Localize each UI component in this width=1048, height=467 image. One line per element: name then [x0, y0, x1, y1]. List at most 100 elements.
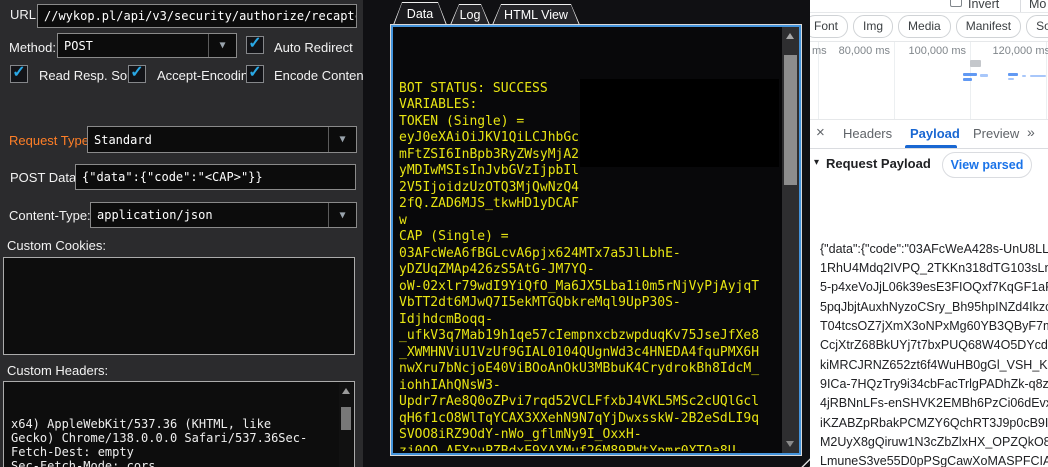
- method-label: Method:: [9, 40, 56, 55]
- custom-cookies-textarea[interactable]: [3, 257, 355, 355]
- payload-line: 4jRBNnLFs-enSHVK2EMBh6PzCi06dEvxTe: [820, 394, 1048, 413]
- filter-chip[interactable]: Font: [810, 15, 848, 38]
- encode-content-label: Encode Conten: [274, 68, 363, 83]
- url-input[interactable]: //wykop.pl/api/v3/security/authorize/rec…: [37, 4, 357, 28]
- request-type-label: Request Type:: [9, 133, 93, 148]
- scroll-down-icon[interactable]: [786, 441, 794, 447]
- invert-label: Invert: [968, 0, 999, 11]
- timeline-tick: 100,000 ms: [909, 45, 966, 57]
- close-icon[interactable]: ×: [816, 124, 825, 141]
- console-line: CAP (Single) =: [399, 229, 777, 246]
- view-parsed-button[interactable]: View parsed: [942, 152, 1032, 178]
- console-line: qH6f1cO8WlTqYCAX3XXehN9N7qYjDwxsskW-2B2e…: [399, 411, 777, 428]
- request-type-dropdown[interactable]: Standard ▼: [87, 126, 357, 153]
- accept-encoding-checkbox[interactable]: ✓: [128, 65, 146, 83]
- console-line: nwXru7bNcjoE40ViBOoAnOkU3MBbuK4CrydrokBh…: [399, 361, 777, 378]
- waterfall-bar: [1030, 75, 1046, 77]
- scroll-up-icon[interactable]: [342, 388, 350, 394]
- tab-preview[interactable]: Preview: [973, 126, 1019, 141]
- encode-content-checkbox[interactable]: ✓: [246, 65, 264, 83]
- header-line: Sec-Fetch-Mode: cors: [11, 459, 336, 467]
- checkmark-icon: ✓: [248, 65, 261, 81]
- more-filters-label[interactable]: Mo: [1029, 0, 1046, 11]
- payload-line: kiMRCJRNZ652zt6f4WuHB0gGl_VSH_K90: [820, 356, 1048, 375]
- collapse-triangle-icon[interactable]: ▾: [814, 157, 819, 168]
- payload-line: iKZABZpRbakPCMZY6QchRT3J9p0cB9I0t5: [820, 414, 1048, 433]
- request-payload-title: Request Payload: [826, 156, 931, 171]
- console-line: VbTT2dt6MJwQ7I5ekMTGQbkreMql9UpP30S-: [399, 295, 777, 312]
- divider: [810, 41, 1048, 42]
- console-scrollbar[interactable]: [782, 27, 799, 453]
- custom-cookies-label: Custom Cookies:: [7, 238, 106, 253]
- timeline-gridline: [970, 42, 971, 120]
- timeline-tick: 120,000 ms: [993, 45, 1048, 57]
- tab-log-label: Log: [450, 4, 490, 25]
- bot-output-console[interactable]: BOT STATUS: SUCCESSVARIABLES:TOKEN (Sing…: [391, 25, 801, 455]
- console-line: IdjhdcmBoqq-: [399, 312, 777, 329]
- console-line: _ufkV3q7Mab19h1qe57cIempnxcbzwpduqKv75Js…: [399, 328, 777, 345]
- content-type-label: Content-Type:: [9, 208, 91, 223]
- payload-line: M2UyX8gQiruw1N3cZbZlxHX_OPZQkO8i: [820, 433, 1048, 452]
- scroll-up-icon[interactable]: [786, 33, 794, 39]
- header-line: Fetch-Dest: empty: [11, 445, 336, 459]
- post-data-label: POST Data:: [10, 170, 80, 185]
- auto-redirect-checkbox[interactable]: ✓: [246, 36, 264, 54]
- waterfall-bar: [963, 78, 972, 81]
- console-line: Updr7rAe8Q0oZPvi7rqd52VCLFfxbJ4VKL5MSc2c…: [399, 394, 777, 411]
- chevron-down-icon[interactable]: ▼: [328, 203, 356, 227]
- request-builder-panel: URL: //wykop.pl/api/v3/security/authoriz…: [0, 0, 363, 467]
- tab-payload[interactable]: Payload: [910, 126, 960, 141]
- request-type-value: Standard: [94, 133, 152, 147]
- accept-encoding-label: Accept-Encodin: [157, 68, 248, 83]
- method-dropdown[interactable]: POST ▼: [57, 33, 237, 58]
- tab-overflow-icon[interactable]: »: [1027, 124, 1035, 140]
- checkmark-icon: ✓: [130, 65, 143, 81]
- timeline-tick: ms: [812, 45, 827, 57]
- tab-data[interactable]: Data: [393, 2, 447, 25]
- filter-chip[interactable]: Media: [898, 15, 951, 38]
- bot-console-panel: Data Log HTML View BOT STATUS: SUCCESSVA…: [363, 0, 810, 467]
- url-label: URL:: [10, 7, 40, 22]
- read-resp-checkbox[interactable]: ✓: [10, 65, 28, 83]
- scrollbar-thumb[interactable]: [341, 407, 351, 430]
- chevron-down-icon[interactable]: ▼: [208, 34, 236, 57]
- headers-scrollbar[interactable]: [339, 383, 353, 467]
- console-line: 03AFcWeA6fBGLcvA6pjx624MTx7a5JlLbhE-: [399, 246, 777, 263]
- waterfall-bar: [980, 74, 988, 77]
- scrollbar-thumb[interactable]: [784, 55, 797, 185]
- waterfall-marker: [970, 60, 981, 67]
- payload-line: LmuneS3ve55D0pPSgCawXoMASPFCIA9t: [820, 452, 1048, 467]
- read-resp-label: Read Resp. Sou: [39, 68, 134, 83]
- checkmark-icon: ✓: [12, 65, 25, 81]
- filter-chip[interactable]: Manifest: [956, 15, 1021, 38]
- resource-filter-chips: FontImgMediaManifestSocketW: [810, 15, 1048, 38]
- devtools-panel: Invert Mo FontImgMediaManifestSocketW ms…: [810, 0, 1048, 467]
- redaction-box: [580, 79, 779, 167]
- auto-redirect-label: Auto Redirect: [274, 40, 353, 55]
- timeline-tick: 80,000 ms: [839, 45, 890, 57]
- header-line: x64) AppleWebKit/537.36 (KHTML, like: [11, 417, 336, 431]
- console-line: zj0QQ_AFXpuPZBdxE9YAXMuf26M89PWtYpmr0XTQ…: [399, 444, 777, 452]
- invert-checkbox[interactable]: [950, 0, 962, 7]
- content-type-value: application/json: [97, 208, 213, 222]
- console-line: 2fQ.ZAD6MJS_tkwHD1yDCAF: [399, 196, 777, 213]
- payload-line: T04tcsOZ7jXmX3oNPxMg60YB3QByF7m4: [820, 317, 1048, 336]
- post-data-input[interactable]: {"data":{"code":"<CAP>"}}: [75, 164, 356, 190]
- checkmark-icon: ✓: [248, 36, 261, 52]
- payload-line: 5-p4xeVoJjL06k39esE3FIOQxf7KqGF1aF0S: [820, 278, 1048, 297]
- payload-line: 9ICa-7HQzTry9i34cbFacTrlgPADhZk-q8zM: [820, 375, 1048, 394]
- filter-chip[interactable]: Img: [853, 15, 893, 38]
- chevron-down-icon[interactable]: ▼: [328, 127, 356, 152]
- timeline-gridline: [894, 42, 895, 120]
- custom-headers-textarea[interactable]: x64) AppleWebKit/537.36 (KHTML, likeGeck…: [3, 381, 355, 467]
- request-payload-source[interactable]: {"data":{"code":"03AFcWeA428s-UnU8LLu1Rh…: [820, 182, 1048, 467]
- filter-chip[interactable]: Socket: [1026, 15, 1048, 38]
- waterfall-bar: [1008, 73, 1018, 76]
- post-data-value: {"data":{"code":"<CAP>"}}: [82, 170, 263, 184]
- content-type-dropdown[interactable]: application/json ▼: [90, 202, 357, 228]
- tab-html-view[interactable]: HTML View: [492, 4, 580, 25]
- tab-headers[interactable]: Headers: [843, 126, 892, 141]
- payload-line: CcjXtrZ68BkUYj7t7bxPUQ68W4O5DYcdkS: [820, 336, 1048, 355]
- tab-log[interactable]: Log: [450, 4, 490, 25]
- waterfall-bar: [1008, 78, 1014, 80]
